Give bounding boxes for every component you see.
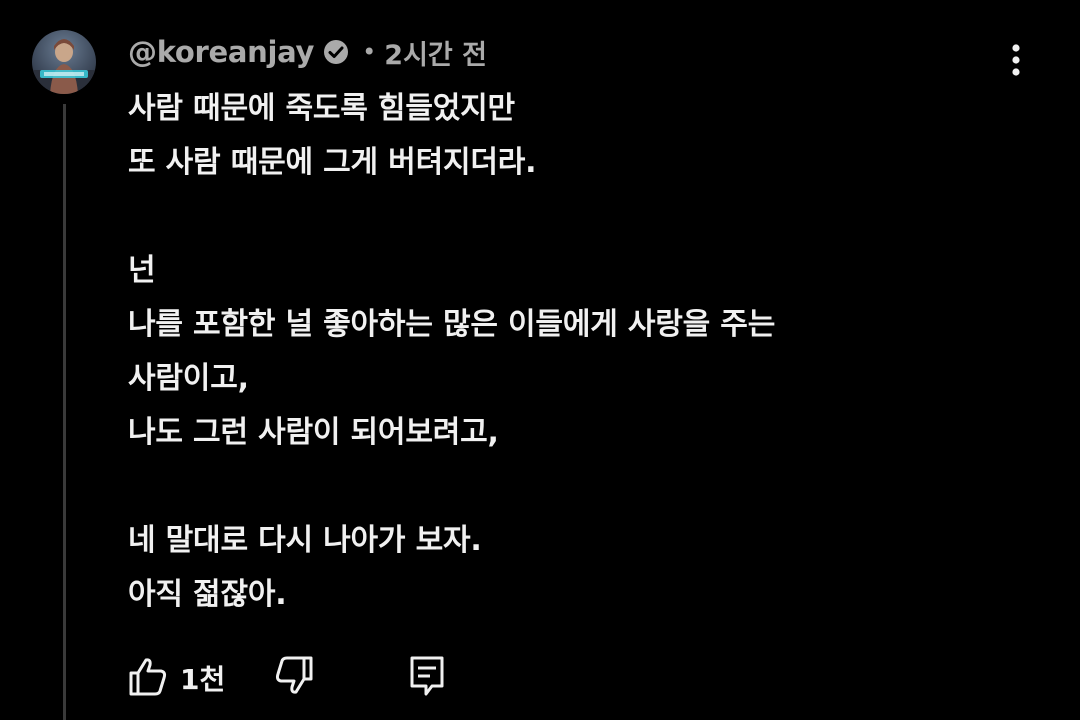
separator-dot: • bbox=[362, 38, 377, 66]
like-count: 1천 bbox=[180, 663, 226, 696]
comment-thread: @koreanjay • 2시간 전 사람 때문에 죽도록 힘들었지만 또 사람… bbox=[0, 0, 1080, 720]
more-options-button[interactable] bbox=[996, 38, 1036, 82]
more-vertical-icon bbox=[1012, 44, 1020, 76]
comment-actions: 1천 bbox=[0, 650, 1080, 706]
avatar[interactable] bbox=[32, 30, 96, 94]
author-name[interactable]: @koreanjay bbox=[128, 35, 314, 69]
dislike-button[interactable] bbox=[272, 654, 316, 698]
thumbs-up-icon bbox=[129, 658, 167, 696]
like-button[interactable] bbox=[126, 654, 170, 698]
comment-body: 사람 때문에 죽도록 힘들었지만 또 사람 때문에 그게 버텨지더라. 넌 나를… bbox=[128, 91, 776, 612]
reply-button[interactable] bbox=[406, 654, 450, 698]
comment-reply-icon bbox=[410, 656, 444, 696]
timestamp[interactable]: 2시간 전 bbox=[384, 33, 487, 72]
thread-line bbox=[63, 104, 66, 720]
avatar-image bbox=[32, 39, 96, 94]
thumbs-down-icon bbox=[275, 656, 313, 694]
comment-header: @koreanjay • 2시간 전 bbox=[128, 28, 487, 76]
verified-check-icon bbox=[322, 38, 350, 66]
